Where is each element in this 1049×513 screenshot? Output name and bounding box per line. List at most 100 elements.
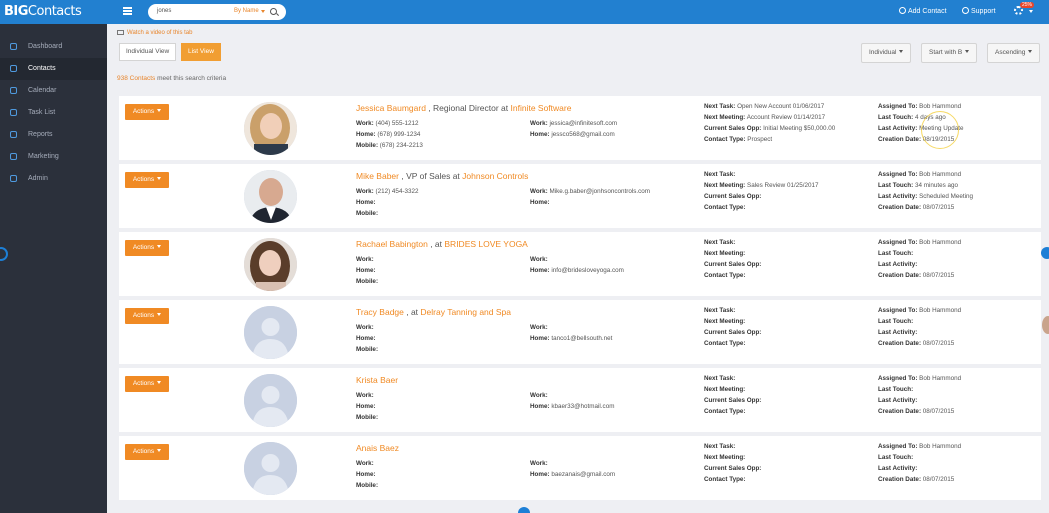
bar-chart-icon	[10, 153, 17, 160]
caret-down-icon[interactable]	[1029, 10, 1033, 13]
contact-card[interactable]: Actions Rachael Babington , at BRIDES LOV…	[119, 232, 1041, 296]
work-email[interactable]: Work:	[530, 460, 548, 467]
work-email[interactable]: Work:	[530, 324, 548, 331]
home-email[interactable]: Home: baezanais@gmail.com	[530, 471, 615, 478]
actions-button[interactable]: Actions	[125, 104, 169, 120]
avatar[interactable]	[244, 102, 297, 155]
mobile-phone: Mobile:	[356, 346, 379, 353]
sort-type-dropdown[interactable]: Individual	[861, 43, 912, 63]
last-touch: Last Touch:	[878, 250, 914, 257]
avatar[interactable]	[244, 238, 297, 291]
work-email[interactable]: Work:	[530, 392, 548, 399]
next-task: Next Task:	[704, 171, 736, 178]
last-touch: Last Touch:	[878, 386, 914, 393]
contact-type: Contact Type:	[704, 476, 746, 483]
work-phone: Work:	[356, 256, 374, 263]
sidebar-item-task-list[interactable]: Task List	[0, 102, 107, 124]
next-meeting: Next Meeting:	[704, 318, 746, 325]
caret-down-icon	[899, 50, 904, 53]
contact-name-link[interactable]: Mike Baber	[356, 171, 399, 181]
sidebar-item-dashboard[interactable]: Dashboard	[0, 36, 107, 58]
home-email[interactable]: Home: kbaer33@hotmail.com	[530, 403, 614, 410]
home-phone: Home:	[356, 199, 376, 206]
creation-date: Creation Date: 08/07/2015	[878, 272, 955, 279]
work-email[interactable]: Work: jessica@infinitesoft.com	[530, 120, 617, 127]
sidebar-item-admin[interactable]: Admin	[0, 168, 107, 190]
actions-button[interactable]: Actions	[125, 308, 169, 324]
company-link[interactable]: Johnson Controls	[462, 171, 528, 181]
home-email[interactable]: Home: tanco1@bellsouth.net	[530, 335, 612, 342]
list-view-button[interactable]: List View	[181, 43, 221, 61]
home-email[interactable]: Home: info@bridesloveyoga.com	[530, 267, 624, 274]
user-plus-icon	[899, 7, 906, 14]
sidebar: Dashboard Contacts Calendar Task List Re…	[0, 24, 107, 513]
contact-name-link[interactable]: Anais Baez	[356, 443, 399, 453]
contact-card[interactable]: Actions Mike Baber , VP of Sales at Johns…	[119, 164, 1041, 228]
last-activity: Last Activity:	[878, 397, 918, 404]
work-email[interactable]: Work:	[530, 256, 548, 263]
hamburger-menu-icon[interactable]	[123, 7, 132, 15]
mobile-phone: Mobile:	[356, 210, 379, 217]
wrench-icon	[10, 175, 17, 182]
work-email[interactable]: Work: Mike.g.baber@jonhsoncontrols.com	[530, 188, 650, 195]
avatar[interactable]	[244, 374, 297, 427]
next-meeting: Next Meeting:	[704, 250, 746, 257]
search-input[interactable]: jones	[157, 8, 171, 14]
company-link[interactable]: BRIDES LOVE YOGA	[444, 239, 527, 249]
contact-name-link[interactable]: Jessica Baumgard	[356, 103, 426, 113]
assigned-to: Assigned To: Bob Hammond	[878, 443, 962, 450]
company-link[interactable]: Infinite Software	[511, 103, 572, 113]
search-criteria-summary: 938 Contacts meet this search criteria	[117, 75, 227, 82]
video-link[interactable]: Watch a video of this tab	[117, 30, 192, 36]
mobile-phone: Mobile:	[356, 278, 379, 285]
contact-card[interactable]: Actions Anais Baez Work: Home: Mobile: Wor…	[119, 436, 1041, 500]
app-logo[interactable]: BIGContacts	[4, 4, 82, 19]
search-by-dropdown[interactable]: By Name	[234, 8, 259, 14]
next-task: Next Task:	[704, 443, 736, 450]
help-icon	[962, 7, 969, 14]
avatar[interactable]	[244, 170, 297, 223]
company-link[interactable]: Delray Tanning and Spa	[420, 307, 511, 317]
caret-down-icon	[157, 449, 162, 452]
avatar[interactable]	[244, 442, 297, 495]
contact-card[interactable]: Actions Krista Baer Work: Home: Mobile: Wo…	[119, 368, 1041, 432]
contact-name-link[interactable]: Rachael Babington	[356, 239, 428, 249]
sidebar-item-contacts[interactable]: Contacts	[0, 58, 107, 80]
contact-name-link[interactable]: Tracy Badge	[356, 307, 404, 317]
actions-button[interactable]: Actions	[125, 172, 169, 188]
search-icon[interactable]	[270, 8, 277, 15]
start-with-dropdown[interactable]: Start with B	[921, 43, 978, 63]
last-activity: Last Activity:	[878, 329, 918, 336]
contact-type: Contact Type:	[704, 204, 746, 211]
creation-date: Creation Date: 08/07/2015	[878, 476, 955, 483]
support-link[interactable]: Support	[962, 7, 996, 15]
current-sales-opp: Current Sales Opp:	[704, 465, 762, 472]
assigned-to: Assigned To: Bob Hammond	[878, 307, 962, 314]
recording-cursor-marker	[518, 507, 530, 513]
sidebar-item-marketing[interactable]: Marketing	[0, 146, 107, 168]
actions-button[interactable]: Actions	[125, 376, 169, 392]
order-dropdown[interactable]: Ascending	[987, 43, 1041, 63]
home-email[interactable]: Home: jessco568@gmail.com	[530, 131, 615, 138]
avatar[interactable]	[244, 306, 297, 359]
contact-card[interactable]: Actions Jessica Baumgard , Regional Direc…	[119, 96, 1041, 160]
search-box[interactable]: jones By Name	[148, 4, 286, 20]
home-email[interactable]: Home:	[530, 199, 550, 206]
next-task: Next Task:	[704, 307, 736, 314]
actions-button[interactable]: Actions	[125, 240, 169, 256]
contact-name-line: Jessica Baumgard , Regional Director at …	[356, 103, 572, 113]
contact-card[interactable]: Actions Tracy Badge , at Delray Tanning a…	[119, 300, 1041, 364]
contact-name-line: Rachael Babington , at BRIDES LOVE YOGA	[356, 239, 528, 249]
sidebar-item-calendar[interactable]: Calendar	[0, 80, 107, 102]
mobile-phone: Mobile:	[356, 414, 379, 421]
contact-name-link[interactable]: Krista Baer	[356, 375, 398, 385]
add-contact-link[interactable]: Add Contact	[899, 7, 947, 15]
sidebar-item-reports[interactable]: Reports	[0, 124, 107, 146]
contact-type: Contact Type:	[704, 408, 746, 415]
individual-view-button[interactable]: Individual View	[119, 43, 177, 61]
mobile-phone: Mobile:	[356, 482, 379, 489]
recording-cursor-marker	[1041, 247, 1049, 259]
actions-button[interactable]: Actions	[125, 444, 169, 460]
assigned-to: Assigned To: Bob Hammond	[878, 239, 962, 246]
user-icon	[10, 65, 17, 72]
